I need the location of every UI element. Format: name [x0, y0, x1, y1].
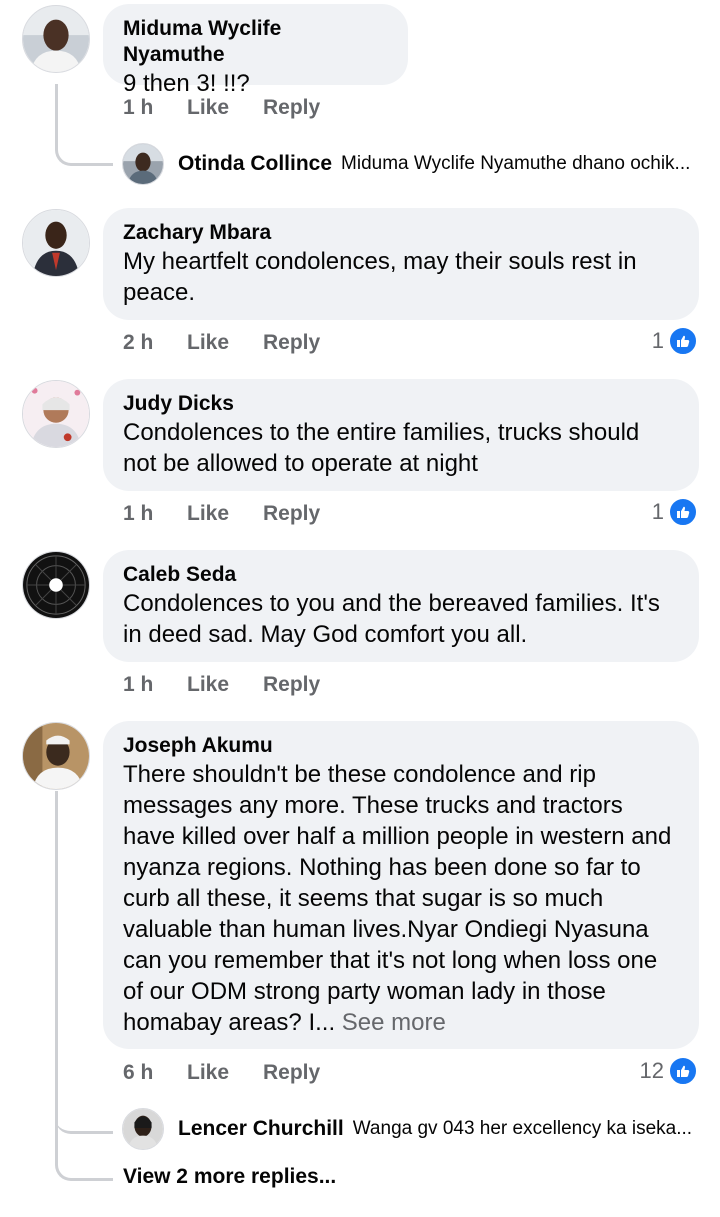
reply-text: Miduma Wyclife Nyamuthe dhano ochik...: [341, 153, 691, 174]
avatar[interactable]: [122, 1108, 164, 1150]
comment-author[interactable]: Judy Dicks: [123, 391, 679, 417]
comment-thread: Miduma Wyclife Nyamuthe 9 then 3! !!? 1 …: [0, 0, 720, 1217]
reply-button[interactable]: Reply: [263, 673, 320, 697]
reply-thread-line: [55, 84, 113, 166]
reply-button[interactable]: Reply: [263, 1061, 320, 1085]
comment-bubble[interactable]: Joseph Akumu There shouldn't be these co…: [103, 721, 699, 1049]
see-more-link[interactable]: See more: [342, 1009, 446, 1036]
comment-text: Condolences to you and the bereaved fami…: [123, 590, 660, 648]
reaction-count: 12: [639, 1058, 664, 1083]
comment-bubble[interactable]: Zachary Mbara My heartfelt condolences, …: [103, 208, 699, 320]
reply-button[interactable]: Reply: [263, 331, 320, 355]
reaction-count: 1: [651, 499, 664, 524]
comment-text: There shouldn't be these condolence and …: [123, 759, 679, 1038]
like-button[interactable]: Like: [187, 1061, 263, 1085]
reaction-summary[interactable]: 1: [652, 497, 698, 527]
reaction-summary[interactable]: 1: [652, 326, 698, 356]
comment-time[interactable]: 1 h: [123, 96, 187, 120]
comment-author[interactable]: Miduma Wyclife Nyamuthe: [123, 16, 388, 68]
reply-button[interactable]: Reply: [263, 96, 320, 120]
like-button[interactable]: Like: [187, 331, 263, 355]
comment-bubble[interactable]: Miduma Wyclife Nyamuthe 9 then 3! !!?: [103, 4, 408, 97]
comment-text: My heartfelt condolences, may their soul…: [123, 248, 637, 306]
reply-author[interactable]: Otinda Collince: [178, 152, 332, 176]
reply-thread-branch: [55, 1100, 113, 1134]
reply-preview[interactable]: Lencer Churchill Wanga gv 043 her excell…: [122, 1108, 702, 1150]
comment-actions: 6 h Like Reply: [123, 1061, 320, 1085]
like-button[interactable]: Like: [187, 96, 263, 120]
avatar[interactable]: [22, 722, 90, 790]
like-thumb-icon: [668, 497, 698, 527]
avatar[interactable]: [22, 5, 90, 73]
reaction-count: 1: [651, 328, 664, 353]
view-more-replies-link[interactable]: View 2 more replies...: [123, 1165, 336, 1189]
comment-author[interactable]: Zachary Mbara: [123, 220, 679, 246]
like-thumb-icon: [668, 1056, 698, 1086]
avatar[interactable]: [22, 380, 90, 448]
avatar[interactable]: [22, 209, 90, 277]
comment-body: There shouldn't be these condolence and …: [123, 761, 672, 1036]
like-button[interactable]: Like: [187, 673, 263, 697]
comment-actions: 1 h Like Reply: [123, 96, 320, 120]
comment-time[interactable]: 1 h: [123, 502, 187, 526]
comment-time[interactable]: 1 h: [123, 673, 187, 697]
comment-actions: 1 h Like Reply: [123, 502, 320, 526]
comment-author[interactable]: Caleb Seda: [123, 562, 679, 588]
comment-text: 9 then 3! !!?: [123, 70, 250, 97]
reply-preview[interactable]: Otinda Collince Miduma Wyclife Nyamuthe …: [122, 143, 702, 185]
comment-time[interactable]: 6 h: [123, 1061, 187, 1085]
comment-actions: 1 h Like Reply: [123, 673, 320, 697]
comment-bubble[interactable]: Judy Dicks Condolences to the entire fam…: [103, 379, 699, 491]
reply-button[interactable]: Reply: [263, 502, 320, 526]
like-button[interactable]: Like: [187, 502, 263, 526]
avatar[interactable]: [22, 551, 90, 619]
reply-text: Wanga gv 043 her excellency ka iseka...: [352, 1118, 693, 1139]
comment-text: Condolences to the entire families, truc…: [123, 419, 640, 477]
avatar[interactable]: [122, 143, 164, 185]
like-thumb-icon: [668, 326, 698, 356]
comment-bubble[interactable]: Caleb Seda Condolences to you and the be…: [103, 550, 699, 662]
comment-author[interactable]: Joseph Akumu: [123, 733, 679, 759]
reply-author[interactable]: Lencer Churchill: [178, 1117, 344, 1141]
comment-actions: 2 h Like Reply: [123, 331, 320, 355]
reaction-summary[interactable]: 12: [640, 1056, 698, 1086]
comment-time[interactable]: 2 h: [123, 331, 187, 355]
